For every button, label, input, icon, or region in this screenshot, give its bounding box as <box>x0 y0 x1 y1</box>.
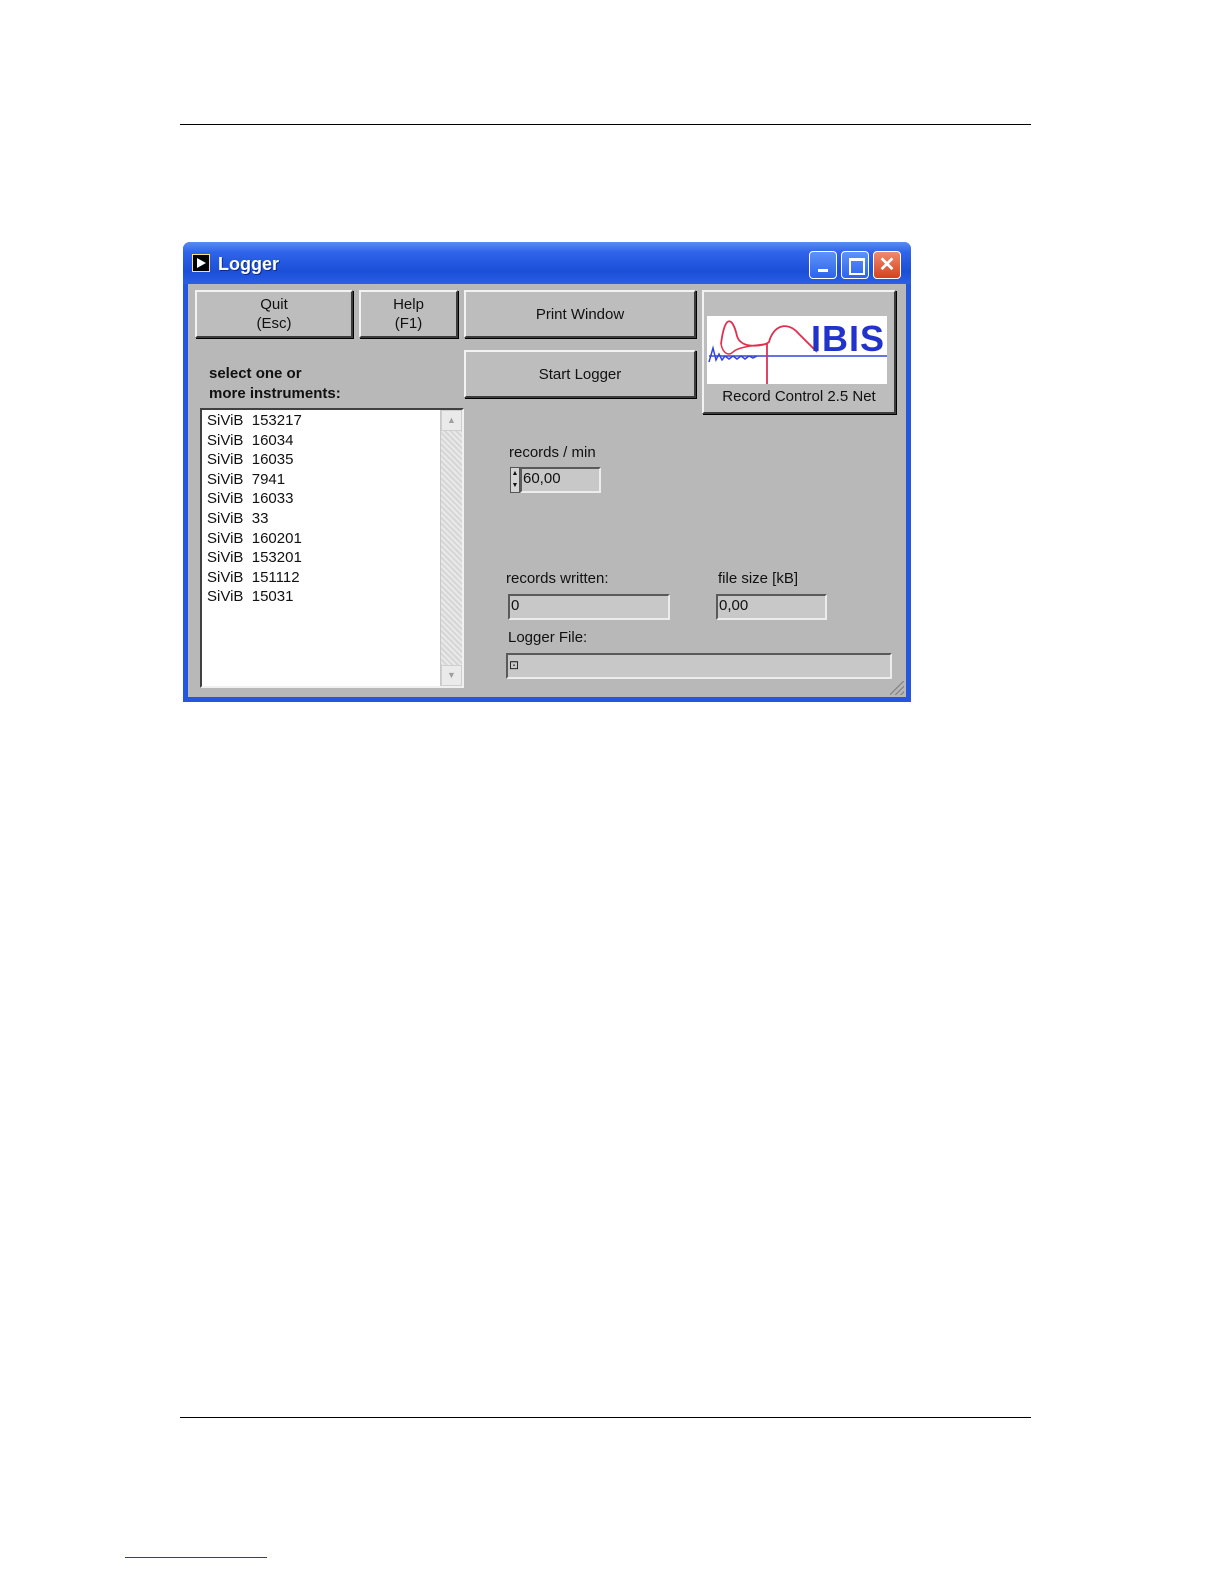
app-icon[interactable] <box>192 254 210 272</box>
path-browse-icon[interactable]: ⊡ <box>509 658 519 672</box>
records-written-label: records written: <box>506 570 609 587</box>
list-item[interactable]: SiViB 16033 <box>207 490 293 507</box>
header-rule <box>180 124 1031 125</box>
list-item[interactable]: SiViB 16035 <box>207 451 293 468</box>
records-per-min-input[interactable]: 60,00 <box>520 467 601 493</box>
logger-window: Logger ✕ Quit (Esc) Help (F1) Print Wind… <box>183 242 911 702</box>
records-per-min-spinner[interactable]: ▲ ▼ <box>510 467 520 493</box>
file-size-field: 0,00 <box>716 594 827 620</box>
list-item[interactable]: SiViB 7941 <box>207 471 285 488</box>
records-written-field: 0 <box>508 594 670 620</box>
logo-caption: Record Control 2.5 Net <box>722 388 876 405</box>
ibis-logo: IBIS <box>707 316 887 384</box>
scroll-up-icon[interactable]: ▲ <box>441 410 462 431</box>
instruments-label: select one or more instruments: <box>209 365 341 402</box>
decrement-arrow-icon[interactable]: ▼ <box>511 480 519 492</box>
start-logger-button[interactable]: Start Logger <box>464 350 696 398</box>
logger-file-path[interactable]: ⊡ <box>506 653 892 679</box>
increment-arrow-icon[interactable]: ▲ <box>511 468 519 480</box>
ibis-logo-panel: IBIS Record Control 2.5 Net <box>702 290 896 414</box>
ibis-brand: IBIS <box>810 318 885 359</box>
scroll-down-icon[interactable]: ▼ <box>441 665 462 686</box>
footnote-rule <box>125 1557 267 1558</box>
help-button[interactable]: Help (F1) <box>359 290 458 338</box>
list-item[interactable]: SiViB 151112 <box>207 569 300 586</box>
minimize-icon[interactable] <box>809 251 837 279</box>
close-icon[interactable]: ✕ <box>873 251 901 279</box>
resize-grip-icon[interactable] <box>890 681 904 695</box>
window-title: Logger <box>218 254 279 274</box>
list-item[interactable]: SiViB 33 <box>207 510 268 527</box>
list-item[interactable]: SiViB 153201 <box>207 549 302 566</box>
list-item[interactable]: SiViB 15031 <box>207 588 293 605</box>
quit-button[interactable]: Quit (Esc) <box>195 290 353 338</box>
window-client-area: Quit (Esc) Help (F1) Print Window Start … <box>188 284 906 697</box>
instrument-listbox[interactable]: SiViB 153217 SiViB 16034 SiViB 16035 SiViB … <box>200 408 464 688</box>
list-item[interactable]: SiViB 153217 <box>207 412 302 429</box>
print-window-button[interactable]: Print Window <box>464 290 696 338</box>
footer-rule <box>180 1417 1031 1418</box>
logger-file-label: Logger File: <box>508 629 588 646</box>
title-bar[interactable]: Logger ✕ <box>183 242 911 284</box>
list-scrollbar[interactable]: ▲ ▼ <box>440 410 462 686</box>
records-per-min-label: records / min <box>509 444 596 461</box>
list-item[interactable]: SiViB 16034 <box>207 432 293 449</box>
list-item[interactable]: SiViB 160201 <box>207 530 302 547</box>
maximize-icon[interactable] <box>841 251 869 279</box>
file-size-label: file size [kB] <box>718 570 799 587</box>
